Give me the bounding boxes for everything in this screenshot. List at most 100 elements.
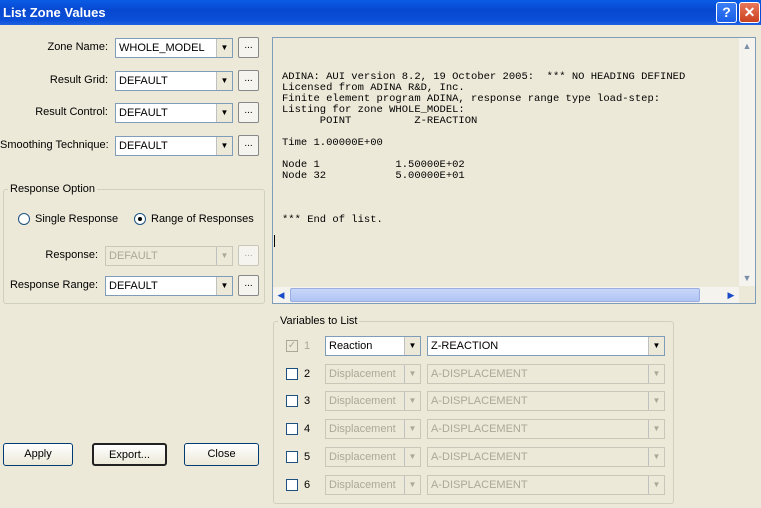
result-control-label: Result Control: (35, 106, 108, 118)
chevron-down-icon: ▼ (648, 420, 664, 439)
variable-row-number: 5 (304, 450, 311, 463)
help-button[interactable]: ? (716, 2, 737, 23)
result-grid-label: Result Grid: (49, 74, 108, 86)
variable-name-value: A-DISPLACEMENT (431, 450, 528, 463)
horizontal-scroll-thumb[interactable] (290, 288, 700, 302)
variable-row-checkbox[interactable] (286, 450, 298, 463)
result-control-select[interactable]: DEFAULT ▼ (115, 103, 233, 123)
apply-button[interactable]: Apply (3, 443, 73, 466)
chevron-down-icon[interactable]: ▼ (216, 72, 232, 90)
variable-type-select: Displacement ▼ (325, 474, 421, 495)
variable-type-select: Displacement ▼ (325, 363, 421, 384)
smoothing-value: DEFAULT (119, 140, 168, 152)
result-grid-select[interactable]: DEFAULT ▼ (115, 71, 233, 91)
result-grid-value: DEFAULT (119, 75, 168, 87)
variable-name-select: A-DISPLACEMENT ▼ (427, 474, 665, 495)
variable-row-number: 6 (304, 478, 311, 491)
close-window-button[interactable]: ✕ (739, 2, 760, 23)
response-select: DEFAULT ▼ (105, 246, 233, 266)
variable-row-checkbox[interactable] (286, 478, 298, 491)
response-range-select[interactable]: DEFAULT ▼ (105, 276, 233, 296)
chevron-down-icon[interactable]: ▼ (216, 277, 232, 295)
range-of-responses-label: Range of Responses (151, 213, 254, 225)
variable-row-number: 3 (304, 395, 311, 408)
variable-row-checkbox[interactable] (286, 423, 298, 436)
zone-name-browse-button[interactable]: ... (238, 37, 259, 58)
response-range-value: DEFAULT (109, 280, 158, 292)
scroll-left-icon[interactable]: ◀ (273, 287, 289, 303)
chevron-down-icon: ▼ (648, 392, 664, 411)
smoothing-select[interactable]: DEFAULT ▼ (115, 136, 233, 156)
single-response-label: Single Response (35, 213, 119, 225)
chevron-down-icon: ▼ (216, 247, 232, 265)
chevron-down-icon[interactable]: ▼ (216, 137, 232, 155)
zone-name-label: Zone Name: (47, 41, 108, 53)
chevron-down-icon: ▼ (648, 475, 664, 494)
variable-type-select: Displacement ▼ (325, 391, 421, 412)
horizontal-scrollbar[interactable]: ◀ ▶ (273, 287, 739, 303)
variable-name-value: A-DISPLACEMENT (431, 478, 528, 491)
variable-name-select: A-DISPLACEMENT ▼ (427, 419, 665, 440)
result-grid-browse-button[interactable]: ... (238, 70, 259, 91)
response-range-label: Response Range: (9, 279, 98, 291)
variable-name-select: A-DISPLACEMENT ▼ (427, 446, 665, 467)
variables-title: Variables to List (278, 315, 360, 327)
chevron-down-icon: ▼ (648, 447, 664, 466)
single-response-radio[interactable] (18, 213, 30, 225)
window-title: List Zone Values (3, 5, 106, 20)
scroll-up-icon[interactable]: ▲ (739, 38, 755, 54)
chevron-down-icon: ▼ (404, 447, 420, 466)
response-option-title: Response Option (8, 183, 97, 195)
variable-row-checkbox[interactable] (286, 367, 298, 380)
variable-type-select: Displacement ▼ (325, 419, 421, 440)
variable-row-number: 1 (304, 340, 311, 352)
vertical-scrollbar[interactable]: ▲ ▼ (739, 38, 755, 286)
response-range-browse-button[interactable]: ... (238, 275, 259, 296)
variable-name-select: A-DISPLACEMENT ▼ (427, 363, 665, 384)
zone-name-value: WHOLE_MODEL (119, 42, 205, 54)
variable-name-select[interactable]: Z-REACTION ▼ (427, 336, 665, 356)
variable-name-select: A-DISPLACEMENT ▼ (427, 391, 665, 412)
zone-name-select[interactable]: WHOLE_MODEL ▼ (115, 38, 233, 58)
scroll-right-icon[interactable]: ▶ (723, 287, 739, 303)
result-control-value: DEFAULT (119, 107, 168, 119)
output-text: ADINA: AUI version 8.2, 19 October 2005:… (282, 71, 686, 226)
smoothing-label: Smoothing Technique: (0, 139, 109, 151)
response-browse-button: ... (238, 245, 259, 266)
variable-name-value: A-DISPLACEMENT (431, 395, 528, 408)
chevron-down-icon: ▼ (404, 475, 420, 494)
chevron-down-icon: ▼ (404, 392, 420, 411)
variable-type-select: Displacement ▼ (325, 446, 421, 467)
title-bar: List Zone Values (0, 0, 761, 25)
chevron-down-icon: ▼ (404, 364, 420, 383)
variable-type-value: Displacement (329, 478, 396, 491)
chevron-down-icon[interactable]: ▼ (404, 337, 420, 355)
variable-row-checkbox[interactable] (286, 395, 298, 408)
variable-type-value: Displacement (329, 423, 396, 436)
text-caret (274, 235, 275, 247)
response-label: Response: (45, 249, 98, 261)
variable-name-value: Z-REACTION (431, 340, 499, 352)
chevron-down-icon: ▼ (404, 420, 420, 439)
variable-type-value: Displacement (329, 450, 396, 463)
response-value: DEFAULT (109, 250, 158, 262)
chevron-down-icon[interactable]: ▼ (216, 104, 232, 122)
variable-type-value: Displacement (329, 367, 396, 380)
range-of-responses-radio[interactable] (134, 213, 146, 225)
output-text-area[interactable]: ADINA: AUI version 8.2, 19 October 2005:… (272, 37, 756, 304)
smoothing-browse-button[interactable]: ... (238, 135, 259, 156)
close-button[interactable]: Close (184, 443, 259, 466)
variable-row-number: 4 (304, 423, 311, 436)
variable-type-value: Reaction (329, 340, 373, 352)
variable-type-select[interactable]: Reaction ▼ (325, 336, 421, 356)
export-button[interactable]: Export... (92, 443, 167, 466)
variable-type-value: Displacement (329, 395, 396, 408)
result-control-browse-button[interactable]: ... (238, 102, 259, 123)
scroll-down-icon[interactable]: ▼ (739, 270, 755, 286)
variable-name-value: A-DISPLACEMENT (431, 367, 528, 380)
variable-row-number: 2 (304, 367, 311, 380)
variable-row-checkbox: ✓ (286, 340, 298, 352)
variable-name-value: A-DISPLACEMENT (431, 423, 528, 436)
chevron-down-icon[interactable]: ▼ (648, 337, 664, 355)
chevron-down-icon[interactable]: ▼ (216, 39, 232, 57)
